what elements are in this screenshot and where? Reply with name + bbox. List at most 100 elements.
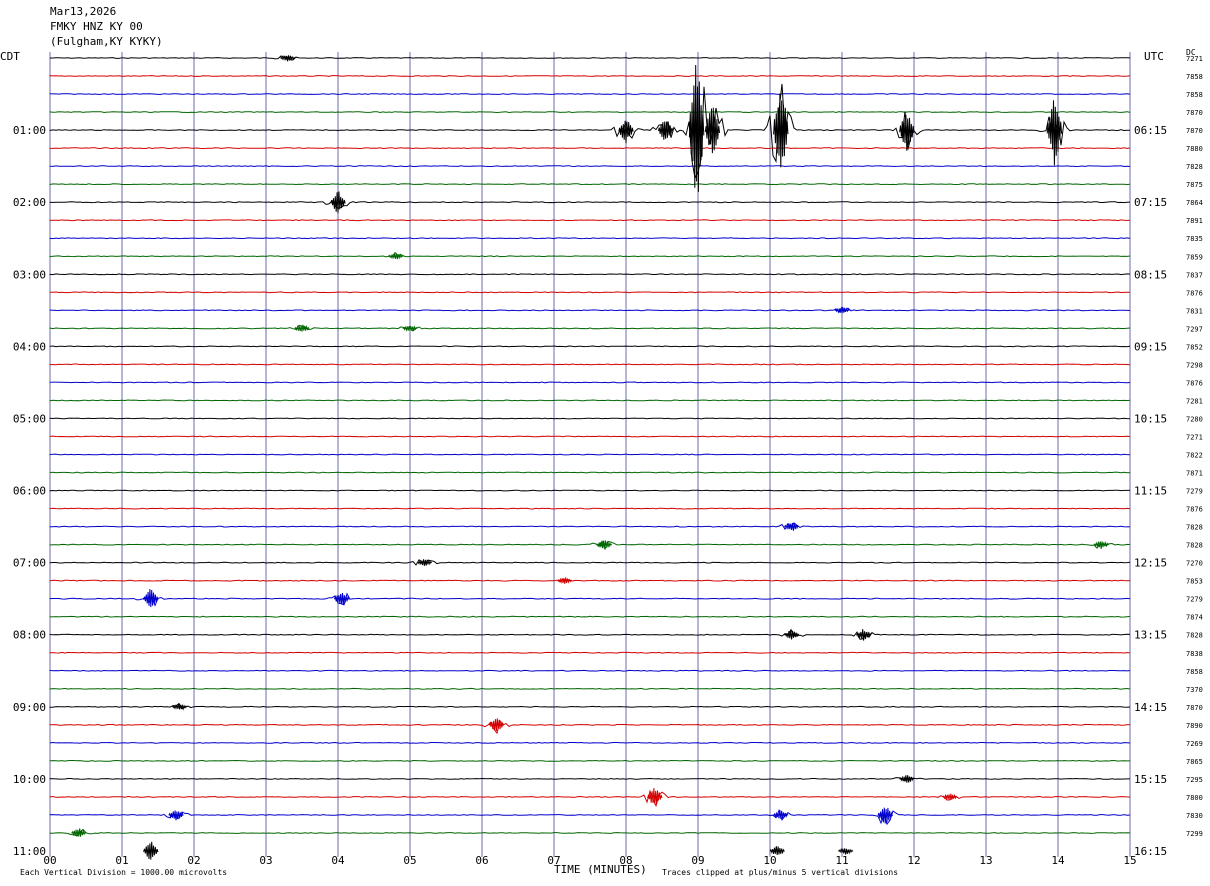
seismic-event-mark bbox=[688, 64, 705, 193]
dc-offset-label: 7870 bbox=[1186, 109, 1203, 117]
trace-line bbox=[49, 417, 1131, 420]
clip-note: Traces clipped at plus/minus 5 vertical … bbox=[662, 868, 899, 877]
dc-offset-label: 7852 bbox=[1186, 343, 1203, 351]
location-label: (Fulgham,KY KYKY) bbox=[50, 35, 163, 48]
utc-hour-label: 15:15 bbox=[1134, 773, 1167, 786]
dc-offset-label: 7270 bbox=[1186, 560, 1203, 568]
x-tick-label: 04 bbox=[331, 854, 345, 867]
dc-offset-label: 7281 bbox=[1186, 397, 1203, 405]
utc-hour-label: 09:15 bbox=[1134, 340, 1167, 353]
utc-hour-label: 08:15 bbox=[1134, 268, 1167, 281]
trace-line bbox=[49, 324, 1131, 332]
trace-line bbox=[50, 55, 1131, 61]
trace-line bbox=[49, 251, 1131, 258]
dc-offset-label: 7269 bbox=[1186, 740, 1203, 748]
dc-offset-label: 7828 bbox=[1186, 163, 1203, 171]
dc-offset-label: 7865 bbox=[1186, 758, 1203, 766]
dc-offset-label: 7870 bbox=[1186, 704, 1203, 712]
dc-offset-label: 7890 bbox=[1186, 722, 1203, 730]
seismic-event-mark bbox=[899, 775, 915, 783]
dc-offset-label: 7800 bbox=[1186, 794, 1203, 802]
dc-offset-label: 7838 bbox=[1186, 650, 1203, 658]
dc-offset-label: 7830 bbox=[1186, 812, 1203, 820]
date-label: Mar13,2026 bbox=[50, 5, 117, 18]
dc-offset-label: 7859 bbox=[1186, 253, 1203, 261]
seismic-event-mark bbox=[143, 841, 159, 860]
right-timezone-label: UTC bbox=[1144, 50, 1164, 63]
trace-line bbox=[49, 741, 1131, 744]
trace-line bbox=[49, 651, 1131, 654]
dc-offset-label: 7858 bbox=[1186, 668, 1203, 676]
utc-hour-label: 14:15 bbox=[1134, 701, 1167, 714]
x-tick-label: 13 bbox=[979, 854, 992, 867]
dc-offset-label: 7835 bbox=[1186, 235, 1203, 243]
dc-offset-label: 7298 bbox=[1186, 361, 1203, 369]
x-tick-label: 01 bbox=[115, 854, 128, 867]
cdt-hour-label: 02:00 bbox=[13, 196, 46, 209]
dc-offset-label: 7880 bbox=[1186, 145, 1203, 153]
dc-offset-label: 7876 bbox=[1186, 289, 1203, 297]
dc-offset-label: 7279 bbox=[1186, 596, 1203, 604]
helicorder-plot: 00 01 02 03 04 05 06 07 08 09 10 11 12 13 14 1501:0002:… bbox=[13, 52, 1203, 867]
trace-line bbox=[49, 592, 1131, 607]
dc-label: DC bbox=[1186, 48, 1196, 57]
x-tick-label: 14 bbox=[1051, 854, 1065, 867]
trace-line bbox=[49, 111, 1131, 114]
dc-offset-label: 7370 bbox=[1186, 686, 1203, 694]
dc-offset-label: 7891 bbox=[1186, 217, 1203, 225]
dc-offset-label: 7271 bbox=[1186, 433, 1203, 441]
dc-offset-label: 7858 bbox=[1186, 91, 1203, 99]
trace-line bbox=[49, 381, 1131, 384]
trace-line bbox=[49, 399, 1131, 402]
x-tick-label: 05 bbox=[403, 854, 416, 867]
x-tick-label: 06 bbox=[475, 854, 488, 867]
trace-line bbox=[49, 628, 1131, 640]
dc-offset-label: 7822 bbox=[1186, 452, 1203, 460]
dc-offset-label: 7297 bbox=[1186, 325, 1203, 333]
seismic-event-mark bbox=[899, 114, 915, 151]
x-tick-label: 11 bbox=[835, 854, 848, 867]
trace-line bbox=[49, 507, 1131, 510]
trace-line bbox=[49, 540, 1131, 551]
cdt-hour-label: 05:00 bbox=[13, 412, 46, 425]
x-tick-label: 12 bbox=[907, 854, 920, 867]
seismic-event-mark bbox=[773, 93, 789, 168]
cdt-hour-label: 04:00 bbox=[13, 340, 46, 353]
trace-line bbox=[49, 363, 1131, 366]
trace-line bbox=[49, 453, 1131, 456]
dc-offset-label: 7871 bbox=[1186, 470, 1203, 478]
trace-line bbox=[49, 777, 1130, 782]
trace-line bbox=[49, 702, 1131, 710]
seismic-event-mark bbox=[942, 793, 958, 801]
trace-line bbox=[49, 828, 1131, 837]
dc-offset-label: 7280 bbox=[1186, 415, 1203, 423]
dc-offset-label: 7828 bbox=[1186, 542, 1203, 550]
trace-line bbox=[49, 435, 1131, 438]
x-tick-label: 02 bbox=[187, 854, 200, 867]
trace-line bbox=[49, 489, 1131, 492]
utc-hour-label: 07:15 bbox=[1134, 196, 1167, 209]
trace-line bbox=[49, 471, 1131, 474]
dc-offset-label: 7837 bbox=[1186, 271, 1203, 279]
cdt-hour-label: 06:00 bbox=[13, 485, 46, 498]
utc-hour-label: 11:15 bbox=[1134, 485, 1167, 498]
utc-hour-label: 12:15 bbox=[1134, 557, 1167, 570]
trace-line bbox=[49, 559, 1131, 566]
cdt-hour-label: 11:00 bbox=[13, 845, 46, 858]
cdt-hour-label: 10:00 bbox=[13, 773, 46, 786]
dc-offset-label: 7858 bbox=[1186, 73, 1203, 81]
seismic-event-mark bbox=[1046, 100, 1063, 166]
trace-line bbox=[49, 83, 1131, 180]
trace-line bbox=[49, 147, 1131, 150]
dc-offset-label: 7828 bbox=[1186, 632, 1203, 640]
trace-line bbox=[49, 200, 1131, 209]
trace-line bbox=[49, 578, 1131, 583]
scale-note: Each Vertical Division = 1000.00 microvo… bbox=[20, 868, 228, 877]
utc-hour-label: 06:15 bbox=[1134, 124, 1167, 137]
trace-line bbox=[49, 719, 1131, 735]
trace-line bbox=[49, 75, 1131, 77]
trace-line bbox=[49, 291, 1130, 294]
utc-hour-label: 13:15 bbox=[1134, 629, 1167, 642]
dc-offset-label: 7853 bbox=[1186, 578, 1203, 586]
seismic-event-mark bbox=[168, 810, 184, 821]
